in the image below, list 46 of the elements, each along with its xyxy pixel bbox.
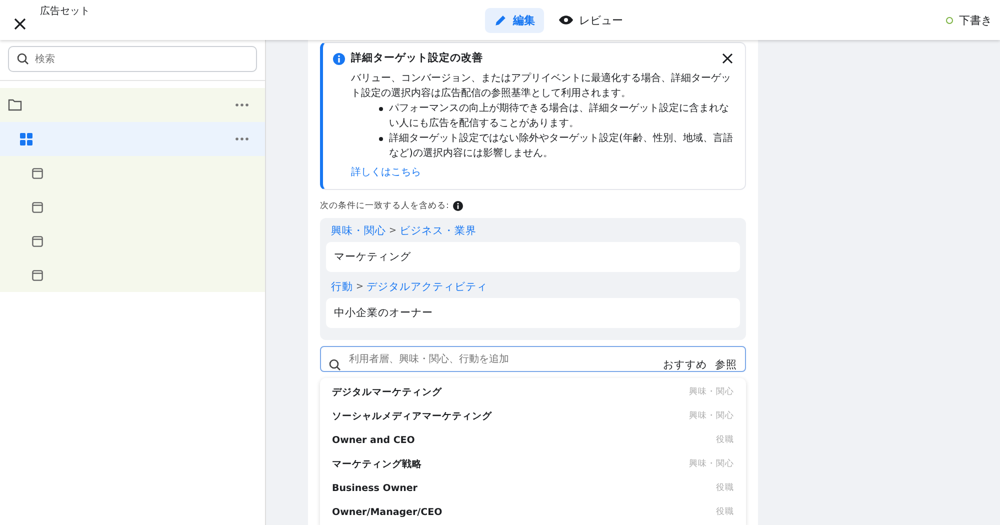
grid-icon [20,132,33,146]
search-field[interactable]: 検索 [8,46,257,72]
category-link[interactable]: 行動 [331,280,353,294]
suggestion-item[interactable]: Owner and CEO 役職 [320,428,746,452]
bullet-icon [379,107,383,111]
suggestion-item[interactable]: マーケティング戦略 興味・関心 [320,452,746,476]
window-icon [32,236,43,246]
category-link[interactable]: ビジネス・業界 [400,224,477,238]
learn-more-link[interactable]: 詳しくはこちら [351,165,421,180]
path-separator: > [356,282,364,292]
search-icon [17,53,29,65]
notice-title: 詳細ターゲット設定の改善 [351,51,483,66]
search-icon [329,359,341,371]
close-icon[interactable] [722,53,733,64]
search-action[interactable]: 参照 [715,358,737,372]
status-icon [946,16,953,24]
pencil-icon [494,14,507,26]
window-icon [32,202,43,212]
info-icon [333,52,345,64]
status-label: 下書き [959,12,992,28]
more-icon[interactable] [235,137,249,141]
tab[interactable]: 編集 [485,8,544,32]
section-label: 次の条件に一致する人を含める: [320,200,449,212]
close-icon [14,18,26,30]
eye-icon [559,15,573,25]
window-icon [32,168,43,178]
window-icon [32,270,43,280]
category-link[interactable]: 興味・関心 [331,224,386,238]
selected-item[interactable]: 中小企業のオーナー [326,298,740,328]
path-separator: > [389,226,397,236]
bullet-icon [379,137,383,141]
selected-item[interactable]: マーケティング [326,242,740,272]
tab[interactable]: レビュー [550,8,632,32]
page-title: 広告セット [40,4,90,18]
notice-bullet: 詳細ターゲット設定ではない除外やターゲット設定(年齢、性別、地域、言語など)の選択内容には影響しません。 [389,132,733,161]
suggestion-item[interactable]: デジタルマーケティング 興味・関心 [320,380,746,404]
suggestion-item[interactable]: Owner/Manager/CEO 役職 [320,500,746,524]
search-action[interactable]: おすすめ [663,358,707,372]
info-icon [452,201,463,211]
suggestion-item[interactable]: Business Owner 役職 [320,476,746,500]
more-icon[interactable] [235,103,249,107]
suggestion-item[interactable]: ソーシャルメディアマーケティング 興味・関心 [320,404,746,428]
category-link[interactable]: デジタルアクティビティ [366,280,488,294]
folder-icon [8,99,22,111]
notice-bullet: パフォーマンスの向上が期待できる場合は、詳細ターゲット設定に含まれない人にも広告を配信することがあります。 [389,102,730,131]
notice-text: バリュー、コンバージョン、またはアプリイベントに最適化する場合、詳細ターゲット設定の選択内容は広告配信の参照基準として利用されます。 [351,72,732,101]
